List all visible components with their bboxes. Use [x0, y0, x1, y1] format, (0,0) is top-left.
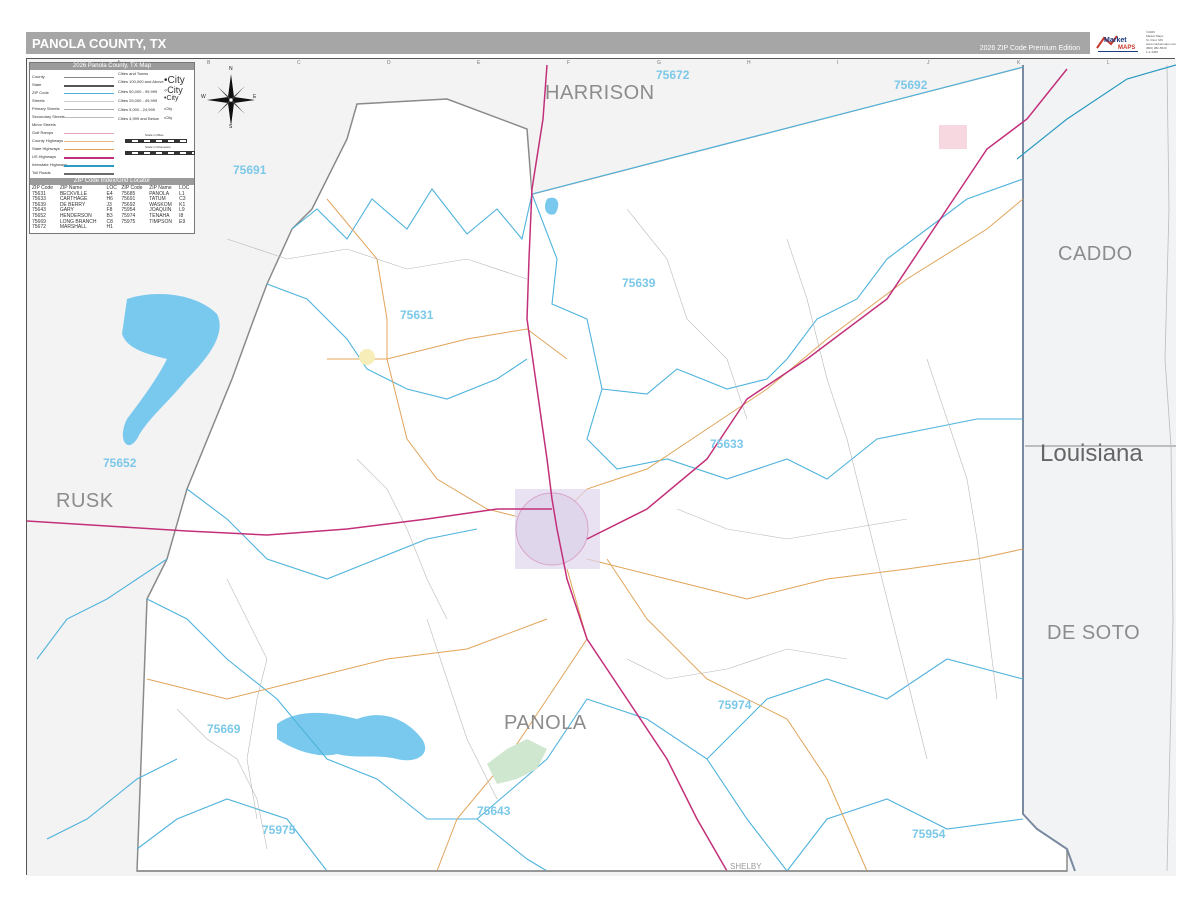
svg-text:I: I — [837, 60, 838, 66]
legend-row-county: County — [32, 74, 45, 79]
legend-title: 2026 Panola County, TX Map — [30, 63, 194, 70]
legend-city-sample-3: •City — [164, 95, 179, 102]
legend-city-sample-2: ◦City — [164, 85, 183, 95]
county-label-rusk: RUSK — [56, 490, 114, 512]
svg-text:H: H — [747, 60, 751, 66]
legend-state-line — [64, 85, 114, 87]
legend-city-sample-5: •City — [164, 115, 173, 120]
legend-city-5: Cities 4,999 and Below — [118, 116, 159, 121]
legend-county-line — [64, 77, 114, 78]
legend-secondary-line — [64, 117, 114, 118]
compass-n-label: N — [229, 66, 233, 72]
zip-label: 75672 — [656, 68, 690, 82]
compass-s-label: S — [229, 124, 233, 130]
legend-row-state-hwy: State Highways — [32, 146, 60, 151]
map-title: PANOLA COUNTY, TX — [32, 36, 167, 51]
zip-index-title: ZIP Code Index/Grid Locator — [30, 178, 194, 185]
legend-streets-line — [64, 101, 114, 102]
legend-scale-bar-miles — [125, 139, 187, 143]
market-maps-logo: Market MAPS — [1094, 30, 1142, 56]
zip-label: 75652 — [103, 456, 137, 470]
legend-state-hwy-line — [64, 149, 114, 150]
legend-row-secondary: Secondary Streets — [32, 114, 65, 119]
legend-row-interstate: Interstate Highways — [32, 162, 68, 167]
legend-scale-bar-km — [125, 151, 195, 155]
legend-interstate-line — [64, 165, 114, 167]
legend-city-header: Cities and Towns — [118, 71, 149, 76]
svg-text:Market: Market — [1104, 37, 1127, 44]
svg-text:D: D — [387, 60, 391, 66]
legend-us-hwy-line — [64, 157, 114, 159]
legend-row-zip: ZIP Code — [32, 90, 49, 95]
county-label-caddo: CADDO — [1058, 243, 1133, 265]
legend-city-sample-4: •City — [164, 106, 173, 111]
legend-city-4: Cities 5,000 - 24,999 — [118, 107, 155, 112]
legend-row-primary: Primary Streets — [32, 106, 60, 111]
zip-label: 75669 — [207, 722, 241, 736]
map-legend: 2026 Panola County, TX Map County State … — [29, 62, 195, 234]
legend-scale-label-km: Scale in Kilometers — [145, 145, 171, 149]
legend-row-us-hwy: US Highways — [32, 154, 57, 159]
legend-primary-line — [64, 109, 114, 110]
svg-text:F: F — [567, 60, 570, 66]
legend-row-county-hwy: County Highways — [32, 138, 64, 143]
county-label-shelby: SHELBY — [730, 862, 762, 871]
legend-row-golf: Golf Ramps — [32, 130, 54, 135]
zip-label: 75974 — [718, 698, 752, 712]
map-canvas[interactable]: ABC DEF GHI JKL — [27, 59, 1176, 876]
svg-text:L: L — [1107, 60, 1110, 66]
svg-text:G: G — [657, 60, 661, 66]
legend-row-state: State — [32, 82, 42, 87]
county-label-harrison: HARRISON — [545, 82, 655, 104]
zip-index-table: ZIP Code ZIP Name LOC ZIP Code ZIP Name LOC … — [32, 185, 194, 231]
legend-row-minor: Minor Streets — [32, 122, 56, 127]
legend-county-hwy-line — [64, 141, 114, 142]
compass-rose-icon: N S E W — [201, 66, 259, 130]
zip-label: 75692 — [894, 78, 928, 92]
state-label-louisiana: Louisiana — [1040, 440, 1143, 467]
map-frame[interactable]: ABC DEF GHI JKL — [26, 58, 1176, 876]
legend-zip-line — [64, 93, 114, 94]
compass-e-label: E — [253, 94, 257, 100]
zip-label: 75633 — [710, 437, 744, 451]
grid-bottom-strip — [26, 876, 1175, 884]
legend-golf-line — [64, 133, 114, 134]
zip-label: 75639 — [622, 276, 656, 290]
legend-row-toll: Toll Roads — [32, 170, 51, 175]
county-label-panola: PANOLA — [504, 712, 587, 734]
legend-city-1: Cities 100,000 and Above — [118, 79, 164, 84]
legend-row-streets: Streets — [32, 98, 45, 103]
zip-label: 75975 — [262, 823, 296, 837]
county-label-desoto: DE SOTO — [1047, 622, 1141, 644]
zip-label: 75631 — [400, 308, 434, 322]
legend-city-2: Cities 50,000 - 99,999 — [118, 89, 158, 94]
zip-label: 75691 — [233, 163, 267, 177]
zip-label: 75954 — [912, 827, 946, 841]
legend-city-3: Cities 25,000 - 49,999 — [118, 98, 158, 103]
edition-label: 2026 ZIP Code Premium Edition — [979, 45, 1080, 52]
svg-text:MAPS: MAPS — [1118, 45, 1135, 51]
zip-label: 75643 — [477, 804, 511, 818]
zip-table-row: 75672 MARSHALL H1 — [32, 224, 113, 231]
compass-star-icon — [207, 74, 255, 126]
logo-fine-print: ©2026 Market Maps St. Paul, MN www.marke… — [1146, 30, 1177, 54]
compass-w-label: W — [201, 94, 206, 100]
title-bar: PANOLA COUNTY, TX 2026 ZIP Code Premium … — [26, 32, 1090, 54]
svg-text:C: C — [297, 60, 301, 66]
legend-toll-line — [64, 173, 114, 175]
legend-scale-label: Scale in Miles — [145, 133, 164, 137]
